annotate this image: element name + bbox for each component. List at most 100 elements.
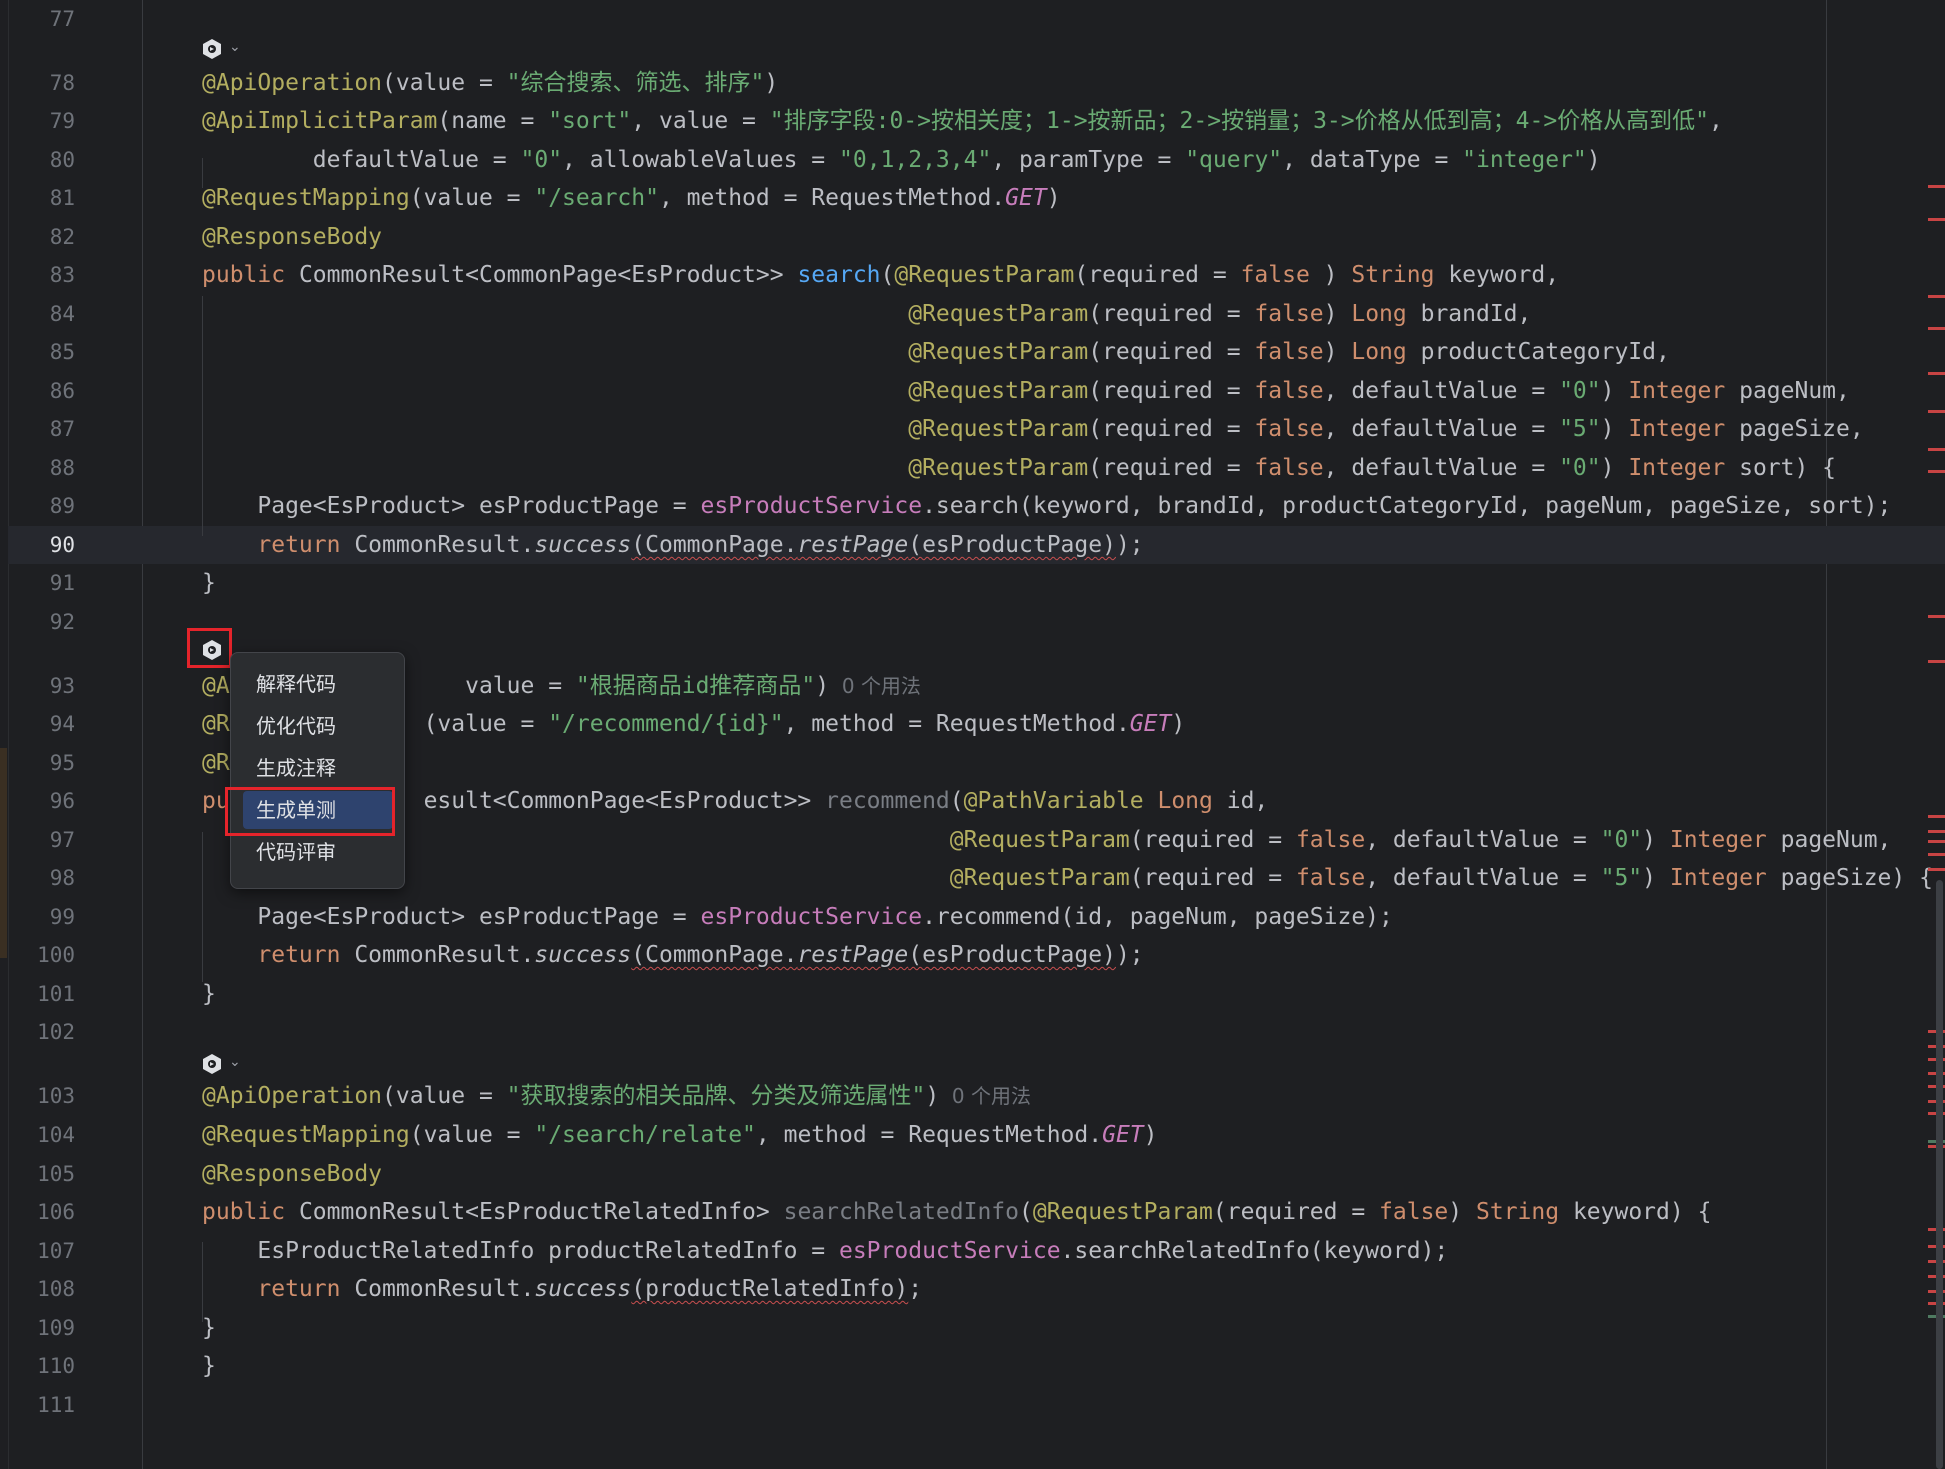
error-marker[interactable]	[1928, 615, 1945, 618]
line-number: 107	[37, 1239, 75, 1263]
code-editor[interactable]: 77 78 @ApiOperation(value = "综合搜索、筛选、排序") 7…	[0, 0, 1945, 1469]
code-token: )	[1323, 339, 1352, 365]
code-line[interactable]: 91}	[0, 564, 1945, 602]
error-marker[interactable]	[1928, 660, 1945, 663]
error-marker[interactable]	[1928, 853, 1945, 856]
code-line[interactable]: 111	[0, 1386, 1945, 1424]
code-line[interactable]: 82 @ResponseBody	[0, 218, 1945, 256]
code-token: (name =	[437, 108, 549, 134]
code-line[interactable]: 89 Page<EsProduct> esProductPage = esPro…	[0, 487, 1945, 525]
code-line[interactable]: 87 @RequestParam(required = false, defau…	[0, 410, 1945, 448]
code-line[interactable]: 92	[0, 603, 1945, 641]
code-token: pageNum,	[1766, 827, 1892, 853]
code-line[interactable]: 90 return CommonResult.success(CommonPag…	[0, 526, 1945, 564]
code-token: keyword,	[1434, 262, 1560, 288]
code-line[interactable]: 83 public CommonResult<CommonPage<EsProdu…	[0, 256, 1945, 294]
menu-item-explain-code[interactable]: 解释代码	[243, 665, 393, 703]
error-marker[interactable]	[1928, 372, 1945, 375]
code-token: )	[1642, 827, 1670, 853]
code-line[interactable]: 103 @ApiOperation(value = "获取搜索的相关品牌、分类及筛…	[0, 1077, 1945, 1115]
code-line[interactable]: 101}	[0, 975, 1945, 1013]
code-line[interactable]: 107 EsProductRelatedInfo productRelatedI…	[0, 1232, 1945, 1270]
code-token: , defaultValue =	[1365, 865, 1601, 891]
code-token: pageSize,	[1725, 416, 1864, 442]
code-token: @RequestParam	[949, 827, 1130, 853]
code-line[interactable]: 79 @ApiImplicitParam(name = "sort", value…	[0, 102, 1945, 140]
code-token: );	[1115, 532, 1144, 558]
line-number: 108	[37, 1277, 75, 1301]
chevron-down-icon[interactable]: ⌄	[229, 1054, 241, 1070]
code-token: ;	[908, 1276, 923, 1302]
code-token: restPage	[797, 532, 909, 558]
code-line[interactable]: 80 defaultValue = "0", allowableValues =…	[0, 141, 1945, 179]
error-marker[interactable]	[1928, 218, 1945, 221]
line-number: 93	[49, 674, 75, 698]
error-marker[interactable]	[1928, 470, 1945, 473]
code-line[interactable]: 85 @RequestParam(required = false) Long …	[0, 333, 1945, 371]
code-token: GET	[1102, 1122, 1144, 1148]
error-marker[interactable]	[1928, 410, 1945, 413]
code-token: esProductService	[700, 904, 923, 930]
code-token: (required =	[1088, 301, 1255, 327]
code-line[interactable]: 108 return CommonResult.success(productR…	[0, 1270, 1945, 1308]
code-token: Integer	[1669, 865, 1767, 891]
code-token: false	[1295, 827, 1366, 853]
scrollbar-thumb[interactable]	[1936, 880, 1943, 1469]
code-token: GET	[1005, 185, 1047, 211]
code-token: Integer	[1669, 827, 1767, 853]
code-text: Page<EsProduct> esProductPage = esProduc…	[202, 487, 1891, 525]
code-token: "排序字段:0->按相关度；1->按新品；2->按销量；3->价格从低到高；4-…	[769, 108, 1710, 134]
code-line[interactable]: 99 Page<EsProduct> esProductPage = esPro…	[0, 898, 1945, 936]
code-text: Page<EsProduct> esProductPage = esProduc…	[202, 898, 1393, 936]
code-token: )	[1046, 185, 1061, 211]
code-token: "sort"	[548, 108, 632, 134]
chevron-down-icon[interactable]: ⌄	[229, 39, 241, 55]
code-line[interactable]: 110}	[0, 1347, 1945, 1385]
code-line[interactable]: 88 @RequestParam(required = false, defau…	[0, 449, 1945, 487]
error-marker[interactable]	[1928, 868, 1945, 871]
menu-item-optimize-code[interactable]: 优化代码	[243, 707, 393, 745]
error-marker[interactable]	[1928, 295, 1945, 298]
code-text: EsProductRelatedInfo productRelatedInfo …	[202, 1232, 1448, 1270]
code-text: }	[202, 1347, 216, 1385]
error-marker[interactable]	[1928, 830, 1945, 833]
code-token: @PathVariable	[963, 788, 1144, 814]
ai-assistant-icon[interactable]	[199, 1051, 225, 1077]
code-token: , defaultValue =	[1365, 827, 1601, 853]
code-line[interactable]: 104 @RequestMapping(value = "/search/rela…	[0, 1116, 1945, 1154]
code-token: @RequestParam	[949, 865, 1130, 891]
error-marker[interactable]	[1928, 185, 1945, 188]
error-marker[interactable]	[1928, 815, 1945, 818]
line-number: 79	[49, 109, 75, 133]
code-line[interactable]: 81 @RequestMapping(value = "/search", met…	[0, 179, 1945, 217]
code-line[interactable]: 106 public CommonResult<EsProductRelatedI…	[0, 1193, 1945, 1231]
code-token: (productRelatedInfo)	[631, 1276, 909, 1302]
code-token: (esProductPage)	[908, 942, 1116, 968]
error-marker[interactable]	[1928, 840, 1945, 843]
line-number: 86	[49, 379, 75, 403]
code-line[interactable]: 102	[0, 1013, 1945, 1051]
code-line[interactable]: 84 @RequestParam(required = false) Long …	[0, 295, 1945, 333]
code-token: (CommonPage.	[631, 532, 798, 558]
code-token: (value =	[382, 1083, 507, 1109]
error-marker[interactable]	[1928, 448, 1945, 451]
error-marker[interactable]	[1928, 327, 1945, 330]
ai-assistant-icon[interactable]	[199, 36, 225, 62]
code-token: @RequestParam	[908, 455, 1089, 481]
code-line[interactable]: 100 return CommonResult.success(CommonPa…	[0, 936, 1945, 974]
code-line[interactable]: 86 @RequestParam(required = false, defau…	[0, 372, 1945, 410]
code-line[interactable]: 109}	[0, 1309, 1945, 1347]
code-token: @R	[202, 711, 230, 737]
code-line[interactable]: 105 @ResponseBody	[0, 1155, 1945, 1193]
code-token: "/search"	[534, 185, 659, 211]
code-token: public	[202, 262, 299, 288]
code-text: @ApiOperation(value = "获取搜索的相关品牌、分类及筛选属性…	[202, 1077, 1031, 1115]
code-line[interactable]: 77	[0, 0, 1945, 38]
line-number: 82	[49, 225, 75, 249]
code-line[interactable]: 78 @ApiOperation(value = "综合搜索、筛选、排序")	[0, 64, 1945, 102]
menu-item-generate-comments[interactable]: 生成注释	[243, 749, 393, 787]
menu-item-code-review[interactable]: 代码评审	[243, 833, 393, 871]
code-token: @RequestMapping	[202, 1122, 410, 1148]
